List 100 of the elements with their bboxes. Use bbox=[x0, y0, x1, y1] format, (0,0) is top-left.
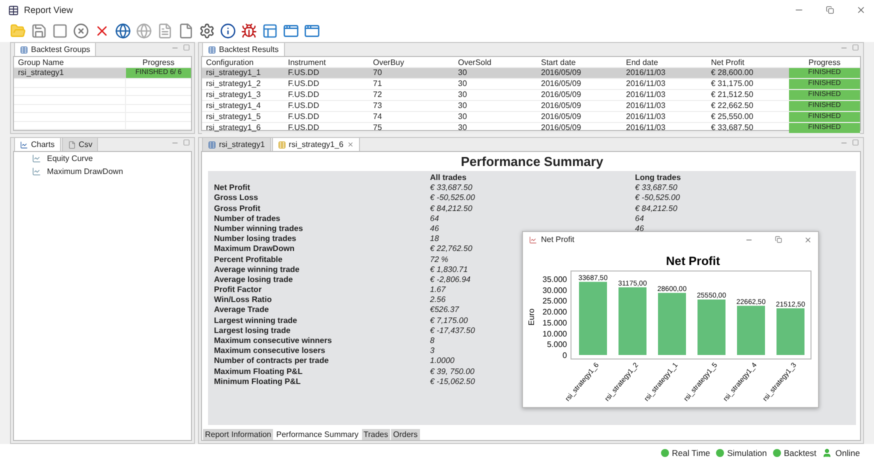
metric-value: € 22,762.50 bbox=[430, 244, 472, 255]
axis-title: Euro bbox=[527, 308, 536, 326]
panel-tab[interactable]: Backtest Results bbox=[202, 42, 285, 56]
info-icon[interactable] bbox=[220, 23, 236, 39]
column-header[interactable]: Progress bbox=[789, 57, 860, 69]
column-header[interactable]: Group Name bbox=[14, 57, 126, 69]
bottom-tab[interactable]: Performance Summary bbox=[274, 429, 361, 440]
table-cell-text: 30 bbox=[457, 112, 468, 122]
document-icon[interactable] bbox=[178, 23, 194, 39]
popup-title: Net Profit bbox=[541, 235, 574, 244]
metric-label: Average winning trade bbox=[214, 264, 300, 275]
table-cell-text: 2016/11/03 bbox=[625, 112, 666, 122]
close-icon[interactable] bbox=[856, 5, 866, 15]
column-header[interactable]: Progress bbox=[126, 57, 191, 69]
table-cell-text: F.US.DD bbox=[287, 79, 320, 89]
maximize-icon[interactable] bbox=[852, 139, 859, 146]
metric-value: € -50,525.00 bbox=[635, 193, 680, 204]
cancel-icon[interactable] bbox=[73, 23, 89, 39]
tick-label: 5.000 bbox=[546, 340, 567, 350]
metric-label: Percent Profitable bbox=[214, 254, 284, 265]
table-cell-text: F.US.DD bbox=[287, 112, 320, 122]
editor-tab[interactable]: rsi_strategy1_6 bbox=[272, 137, 360, 151]
metric-value: 2.56 bbox=[430, 295, 446, 306]
close-icon[interactable] bbox=[804, 236, 812, 244]
table-cell-text: rsi_strategy1_4 bbox=[205, 101, 262, 111]
chart-icon bbox=[32, 154, 41, 163]
table-cell-text: 30 bbox=[457, 79, 468, 89]
globe-icon[interactable] bbox=[115, 23, 131, 39]
window-icon[interactable] bbox=[283, 23, 299, 39]
column-header[interactable]: Start date bbox=[537, 57, 622, 69]
column-header[interactable]: OverSold bbox=[454, 57, 537, 69]
metric-value: € 1,830.71 bbox=[430, 264, 468, 275]
bottom-tab[interactable]: Report Information bbox=[203, 429, 274, 440]
restore-icon[interactable] bbox=[826, 6, 834, 14]
column-header[interactable]: Net Profit bbox=[707, 57, 789, 69]
status-dot bbox=[660, 449, 669, 457]
metric-value: € 84,212.50 bbox=[430, 204, 472, 214]
metric-label: Average Trade bbox=[214, 305, 270, 316]
maximize-icon[interactable] bbox=[183, 139, 190, 146]
table-cell-text: F.US.DD bbox=[287, 68, 320, 78]
pdf-icon[interactable] bbox=[157, 23, 173, 39]
metric-label: Minimum Floating P&L bbox=[214, 376, 302, 387]
metric-value: 1.67 bbox=[430, 285, 446, 296]
tick-label: 0 bbox=[562, 351, 567, 360]
table-cell-text: € 22,662.50 bbox=[710, 101, 754, 111]
bar bbox=[776, 308, 804, 355]
bug-icon[interactable] bbox=[241, 23, 257, 39]
table-cell-text: 2016/05/09 bbox=[540, 112, 582, 122]
bar bbox=[698, 300, 726, 355]
metric-label: Average losing trade bbox=[214, 274, 294, 286]
panel-tab[interactable]: Backtest Groups bbox=[14, 42, 96, 56]
table-cell-text: F.US.DD bbox=[287, 90, 320, 100]
metric-value: € -15,062.50 bbox=[430, 376, 475, 387]
column-header[interactable]: OverBuy bbox=[369, 57, 454, 69]
stop-icon[interactable] bbox=[52, 23, 68, 39]
table-cell-text: 2016/11/03 bbox=[625, 90, 666, 100]
table-cell-text: 2016/05/09 bbox=[540, 123, 582, 133]
layout-icon[interactable] bbox=[262, 23, 278, 39]
column-header[interactable]: Configuration bbox=[202, 57, 284, 69]
metric-label: Largest losing trade bbox=[214, 326, 292, 336]
metric-value: 64 bbox=[635, 214, 644, 224]
window-icon[interactable] bbox=[304, 23, 320, 39]
tick-label: 25.000 bbox=[542, 296, 567, 306]
table-cell-text: 2016/05/09 bbox=[540, 68, 582, 78]
table-cell-text: 30 bbox=[457, 123, 468, 133]
tree-item[interactable]: Maximum DrawDown bbox=[47, 167, 124, 176]
settings-icon[interactable] bbox=[199, 23, 215, 39]
editor-tab[interactable]: rsi_strategy1 bbox=[202, 137, 271, 151]
metric-value: € 33,687.50 bbox=[635, 183, 678, 194]
metric-label: Number of trades bbox=[214, 214, 282, 224]
bottom-tab[interactable]: Trades bbox=[362, 429, 390, 440]
user-icon bbox=[822, 448, 832, 458]
save-icon[interactable] bbox=[31, 23, 47, 39]
panel-tab[interactable]: Charts bbox=[14, 137, 61, 151]
table-icon bbox=[20, 46, 28, 54]
table-cell-text: F.US.DD bbox=[287, 101, 320, 111]
table-cell-text: rsi_strategy1_6 bbox=[205, 123, 262, 133]
status-dot bbox=[716, 449, 724, 457]
status-dot bbox=[772, 449, 781, 457]
maximize-icon[interactable] bbox=[183, 44, 190, 51]
column-header[interactable]: Instrument bbox=[284, 57, 369, 69]
tick-label: 30.000 bbox=[542, 286, 567, 295]
panel-tab[interactable]: Csv bbox=[62, 137, 98, 151]
bottom-tab[interactable]: Orders bbox=[391, 429, 420, 440]
metric-value: 8 bbox=[430, 336, 434, 346]
maximize-icon[interactable] bbox=[852, 44, 859, 51]
column-header[interactable]: End date bbox=[622, 57, 707, 69]
metric-label: Largest winning trade bbox=[214, 316, 298, 326]
table-cell-text: 30 bbox=[457, 68, 468, 78]
metric-label: Profit Factor bbox=[214, 285, 263, 296]
table-cell-text: 72 bbox=[372, 90, 383, 100]
metric-label: Maximum consecutive winners bbox=[214, 336, 333, 346]
table-cell-text: rsi_strategy1_2 bbox=[205, 79, 262, 89]
metric-value: € -17,437.50 bbox=[430, 326, 475, 336]
metric-value: 18 bbox=[430, 234, 439, 244]
restore-icon[interactable] bbox=[775, 236, 782, 243]
table-cell-text: € 25,550.00 bbox=[710, 112, 754, 122]
close-icon[interactable] bbox=[346, 141, 354, 148]
tree-item[interactable]: Equity Curve bbox=[47, 154, 93, 163]
chart-icon bbox=[20, 140, 28, 148]
